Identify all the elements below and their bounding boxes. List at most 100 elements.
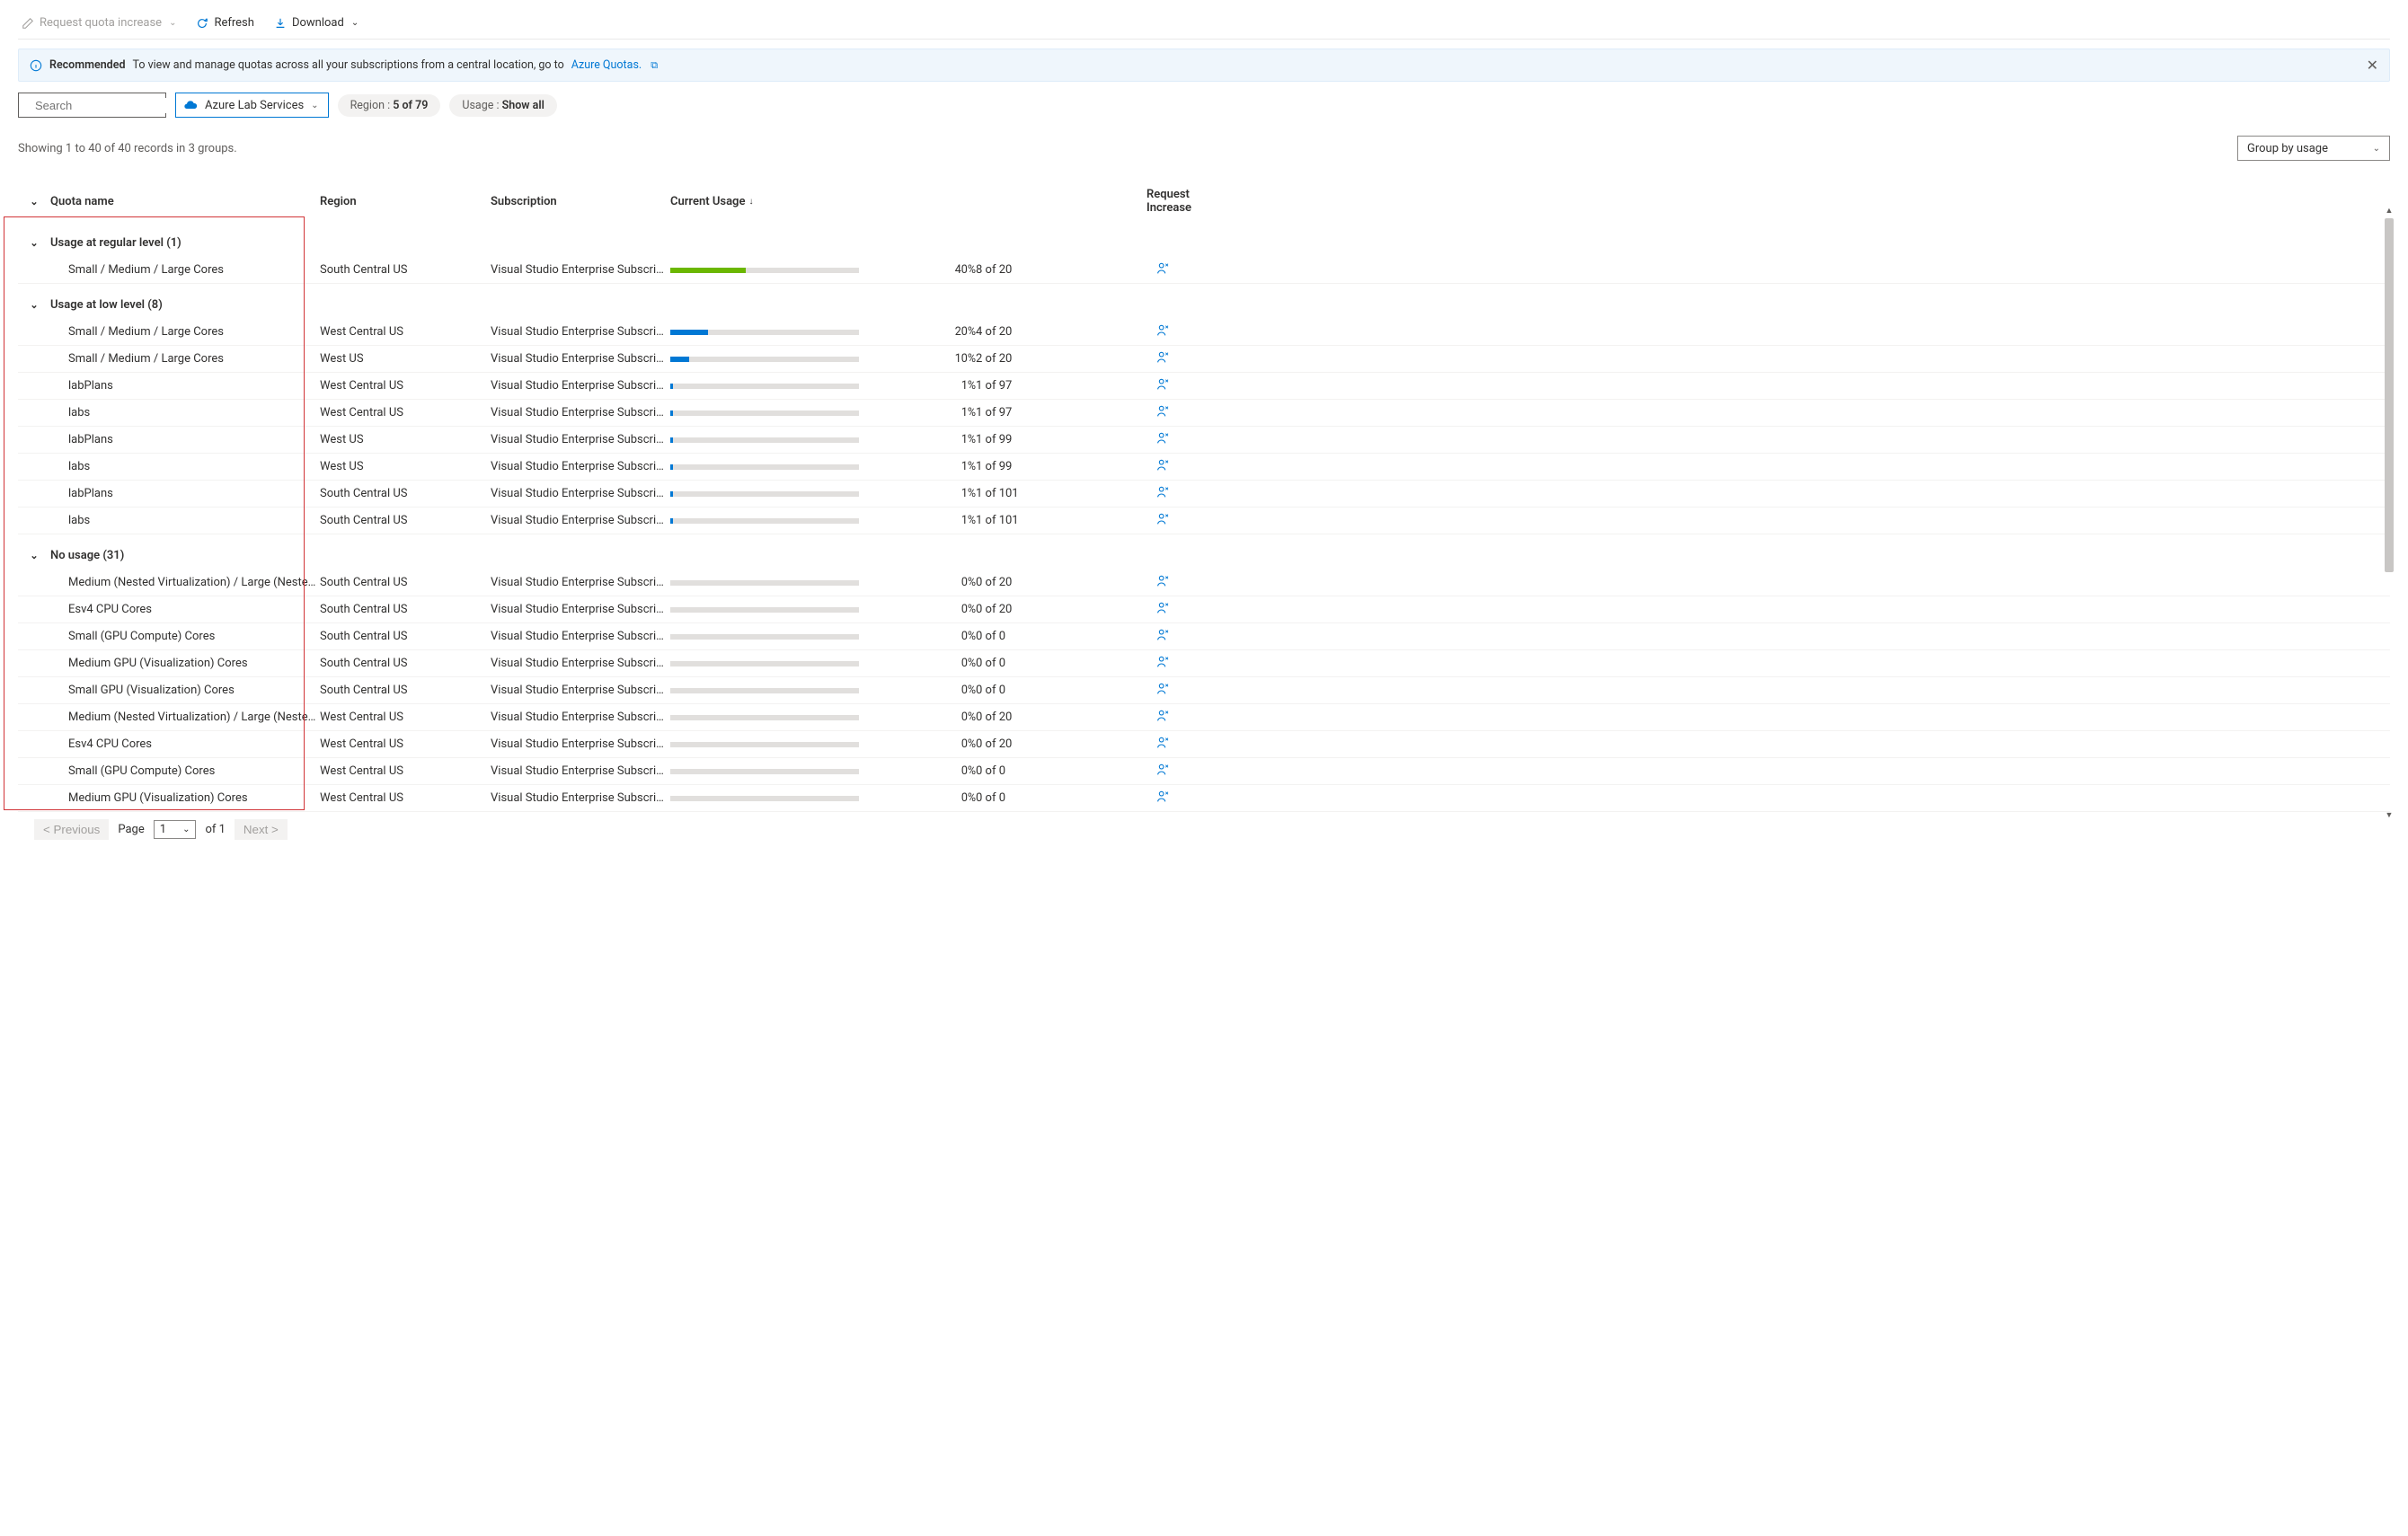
scroll-up-button[interactable]: ▲ (2385, 206, 2394, 216)
previous-page-button[interactable]: < Previous (34, 819, 109, 840)
usage-count: 0 of 20 (976, 603, 1146, 616)
table-row[interactable]: Small / Medium / Large CoresWest USVisua… (18, 346, 2390, 373)
request-increase-button[interactable] (1146, 485, 1236, 503)
subscription-cell: Visual Studio Enterprise Subscri… (491, 460, 670, 473)
region-filter[interactable]: Region : 5 of 79 (338, 94, 441, 117)
table-row[interactable]: labPlansSouth Central USVisual Studio En… (18, 481, 2390, 508)
group-header[interactable]: ⌄Usage at regular level (1) (18, 222, 2390, 257)
table-row[interactable]: Esv4 CPU CoresSouth Central USVisual Stu… (18, 596, 2390, 623)
usage-filter[interactable]: Usage : Show all (449, 94, 556, 117)
usage-percent: 0% (940, 684, 976, 697)
table-row[interactable]: Esv4 CPU CoresWest Central USVisual Stud… (18, 731, 2390, 758)
group-by-label: Group by usage (2247, 142, 2328, 155)
region-cell: South Central US (320, 657, 491, 670)
quota-name-cell: Small / Medium / Large Cores (50, 263, 320, 277)
request-increase-button[interactable] (1146, 628, 1236, 646)
next-page-button[interactable]: Next > (235, 819, 288, 840)
pencil-icon (22, 17, 34, 30)
request-increase-button[interactable] (1146, 377, 1236, 395)
usage-bar (670, 742, 940, 747)
quota-name-cell: Small / Medium / Large Cores (50, 325, 320, 339)
request-increase-button[interactable] (1146, 458, 1236, 476)
subscription-cell: Visual Studio Enterprise Subscri… (491, 657, 670, 670)
table-row[interactable]: Medium GPU (Visualization) CoresSouth Ce… (18, 650, 2390, 677)
usage-percent: 0% (940, 791, 976, 805)
table-row[interactable]: Small GPU (Visualization) CoresSouth Cen… (18, 677, 2390, 704)
table-row[interactable]: labsWest USVisual Studio Enterprise Subs… (18, 454, 2390, 481)
table-row[interactable]: Small (GPU Compute) CoresSouth Central U… (18, 623, 2390, 650)
header-subscription[interactable]: Subscription (491, 195, 670, 208)
usage-count: 1 of 101 (976, 487, 1146, 500)
collapse-all-toggle[interactable]: ⌄ (18, 196, 50, 207)
table-row[interactable]: labsSouth Central USVisual Studio Enterp… (18, 508, 2390, 534)
table-row[interactable]: labPlansWest Central USVisual Studio Ent… (18, 373, 2390, 400)
usage-bar (670, 688, 940, 693)
subscription-cell: Visual Studio Enterprise Subscri… (491, 630, 670, 643)
download-button[interactable]: Download ⌄ (274, 16, 359, 30)
group-header[interactable]: ⌄Usage at low level (8) (18, 284, 2390, 319)
chevron-down-icon: ⌄ (2373, 144, 2380, 154)
request-increase-button[interactable] (1146, 431, 1236, 449)
subscription-cell: Visual Studio Enterprise Subscri… (491, 737, 670, 751)
scrollbar[interactable]: ▲ ▼ (2383, 218, 2395, 808)
request-increase-button[interactable] (1146, 655, 1236, 673)
request-quota-increase-button[interactable]: Request quota increase ⌄ (22, 16, 176, 30)
request-increase-button[interactable] (1146, 404, 1236, 422)
request-increase-button[interactable] (1146, 574, 1236, 592)
table-row[interactable]: Medium (Nested Virtualization) / Large (… (18, 704, 2390, 731)
header-request-increase[interactable]: Request Increase (1146, 188, 1236, 215)
request-increase-button[interactable] (1146, 709, 1236, 727)
quota-name-cell: Medium GPU (Visualization) Cores (50, 657, 320, 670)
quota-name-cell: Small (GPU Compute) Cores (50, 764, 320, 778)
usage-percent: 0% (940, 764, 976, 778)
group-header[interactable]: ⌄No usage (31) (18, 534, 2390, 569)
request-increase-button[interactable] (1146, 790, 1236, 808)
usage-count: 8 of 20 (976, 263, 1146, 277)
chevron-down-icon: ⌄ (182, 825, 190, 834)
quota-name-cell: Esv4 CPU Cores (50, 737, 320, 751)
usage-filter-label: Usage : (462, 99, 501, 112)
table-row[interactable]: Small / Medium / Large CoresSouth Centra… (18, 257, 2390, 284)
request-increase-button[interactable] (1146, 350, 1236, 368)
region-cell: West Central US (320, 711, 491, 724)
table-row[interactable]: Medium (Nested Virtualization) / Large (… (18, 569, 2390, 596)
toolbar: Request quota increase ⌄ Refresh Downloa… (18, 14, 2390, 40)
table-row[interactable]: labPlansWest USVisual Studio Enterprise … (18, 427, 2390, 454)
close-info-button[interactable]: ✕ (2367, 57, 2378, 74)
quota-table: ⌄ Quota name Region Subscription Current… (18, 181, 2390, 812)
table-row[interactable]: Medium GPU (Visualization) CoresWest Cen… (18, 785, 2390, 812)
request-increase-button[interactable] (1146, 601, 1236, 619)
request-increase-button[interactable] (1146, 323, 1236, 341)
scroll-down-button[interactable]: ▼ (2385, 810, 2394, 821)
header-quota-name[interactable]: Quota name (50, 195, 320, 208)
region-cell: West US (320, 460, 491, 473)
header-usage[interactable]: Current Usage↓ (670, 195, 940, 208)
info-icon (30, 59, 42, 72)
search-input[interactable] (18, 93, 166, 118)
group-by-select[interactable]: Group by usage ⌄ (2237, 136, 2390, 161)
azure-quotas-link[interactable]: Azure Quotas. (571, 58, 642, 72)
pagination: < Previous Page 1 ⌄ of 1 Next > (18, 812, 2390, 843)
usage-bar (670, 384, 940, 389)
header-region[interactable]: Region (320, 195, 491, 208)
request-increase-button[interactable] (1146, 261, 1236, 279)
page-select[interactable]: 1 ⌄ (154, 820, 197, 839)
table-row[interactable]: Small (GPU Compute) CoresWest Central US… (18, 758, 2390, 785)
search-field[interactable] (33, 98, 195, 113)
request-increase-button[interactable] (1146, 682, 1236, 700)
scroll-thumb[interactable] (2385, 218, 2394, 572)
table-row[interactable]: Small / Medium / Large CoresWest Central… (18, 319, 2390, 346)
table-row[interactable]: labsWest Central USVisual Studio Enterpr… (18, 400, 2390, 427)
cloud-icon (183, 98, 198, 112)
usage-bar (670, 769, 940, 774)
download-icon (274, 17, 287, 30)
subscription-cell: Visual Studio Enterprise Subscri… (491, 764, 670, 778)
usage-count: 1 of 101 (976, 514, 1146, 527)
refresh-button[interactable]: Refresh (196, 16, 253, 30)
request-increase-button[interactable] (1146, 736, 1236, 754)
request-increase-button[interactable] (1146, 512, 1236, 530)
info-text: To view and manage quotas across all you… (133, 58, 564, 72)
request-increase-button[interactable] (1146, 763, 1236, 781)
provider-select[interactable]: Azure Lab Services ⌄ (175, 93, 329, 118)
region-cell: West Central US (320, 325, 491, 339)
